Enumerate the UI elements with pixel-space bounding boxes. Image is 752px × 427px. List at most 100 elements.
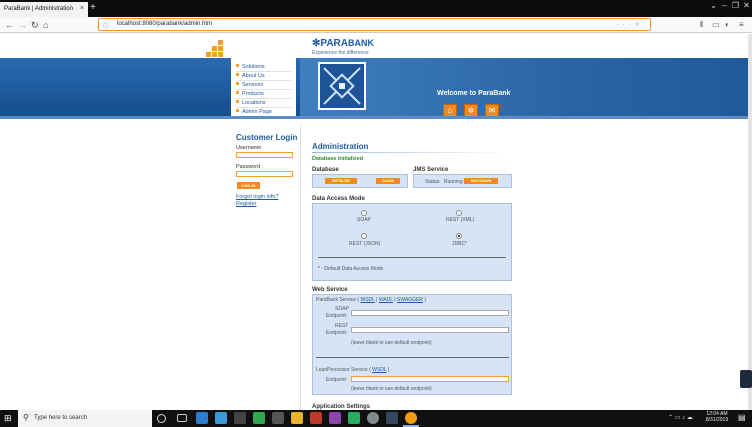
app-icon-5[interactable]: [272, 412, 284, 424]
customer-login-title: Customer Login: [236, 133, 298, 142]
divider: [312, 152, 512, 153]
divider: [236, 98, 292, 99]
browser-tab[interactable]: ParaBank | Administration ×: [0, 2, 88, 17]
clean-button[interactable]: CLEAN: [376, 178, 400, 184]
page-scrollbar[interactable]: [748, 34, 752, 410]
forward-icon[interactable]: →: [18, 20, 27, 30]
close-window-icon[interactable]: ✕: [741, 0, 752, 17]
rest-json-radio[interactable]: [361, 233, 367, 239]
database-heading: Database: [312, 167, 339, 173]
jms-heading: JMS Service: [413, 167, 449, 173]
rest-endpoint-caption: Endpoint:: [326, 330, 348, 336]
app-icon-9[interactable]: [348, 412, 360, 424]
new-tab-icon[interactable]: +: [90, 2, 96, 13]
swagger-link[interactable]: SWAGGER: [397, 297, 423, 303]
register-link[interactable]: Register: [236, 201, 256, 207]
initialize-button[interactable]: INITIALIZE: [325, 178, 357, 184]
maximize-icon[interactable]: ❐: [730, 0, 741, 17]
rest-endpoint-label: REST: [335, 323, 349, 329]
browser-tab-strip: [0, 0, 752, 17]
task-view-icon[interactable]: [177, 414, 187, 422]
reload-icon[interactable]: ↻: [31, 20, 39, 31]
app-icon-10[interactable]: [367, 412, 379, 424]
endpoint-hint: (leave blank to use default endpoint): [351, 340, 432, 346]
soap-endpoint-input[interactable]: [351, 310, 509, 316]
status-message: Database Initialized: [312, 156, 364, 162]
forgot-login-link[interactable]: Forgot login info?: [236, 194, 279, 200]
app-icon-3[interactable]: [234, 412, 246, 424]
divider: [300, 125, 301, 410]
banner-emblem-icon: [318, 62, 366, 110]
jms-status-value: Running: [444, 179, 463, 185]
windows-start-icon[interactable]: ⊞: [4, 413, 12, 424]
wsdl-link[interactable]: WSDL: [360, 297, 374, 303]
home-icon[interactable]: ⌂: [43, 20, 48, 30]
site-info-icon[interactable]: ⓘ: [103, 21, 109, 30]
app-icon-7[interactable]: [310, 412, 322, 424]
address-bar[interactable]: ⓘ localhost:8080/parabank/admin.htm ···☆: [98, 18, 651, 31]
side-widget[interactable]: [740, 370, 752, 388]
shutdown-button[interactable]: SHUTDOWN: [464, 178, 498, 184]
close-tab-icon[interactable]: ×: [80, 5, 84, 12]
app-icon-1[interactable]: [196, 412, 208, 424]
menu-item-admin-page[interactable]: Admin Page: [236, 109, 272, 115]
menu-item-services[interactable]: Services: [236, 82, 263, 88]
divider: [236, 80, 292, 81]
menu-icon[interactable]: ≡: [739, 20, 744, 29]
divider: [316, 357, 509, 358]
parabank-logo[interactable]: ✻PARABANK: [312, 38, 374, 49]
parabank-service-line: ParaBank Service ( WSDL | WADL | SWAGGER…: [316, 297, 426, 303]
username-input[interactable]: [236, 152, 293, 158]
banner-bottom-bar: [0, 116, 748, 119]
password-input[interactable]: [236, 171, 293, 177]
menu-item-locations[interactable]: Locations: [236, 100, 266, 106]
soap-endpoint-caption: Endpoint:: [326, 313, 348, 319]
app-icon-4[interactable]: [253, 412, 265, 424]
cortana-icon[interactable]: [157, 414, 166, 423]
wadl-link[interactable]: WADL: [379, 297, 393, 303]
taskbar-search-box[interactable]: ⚲ Type here to search: [18, 410, 152, 427]
taskbar-clock[interactable]: 12:04 AM 8/31/2019: [701, 411, 733, 423]
rest-xml-label: REST (XML): [446, 217, 475, 223]
soap-radio[interactable]: [361, 210, 367, 216]
library-icon[interactable]: ⫴: [700, 20, 703, 30]
app-icon-11[interactable]: [386, 412, 398, 424]
banner-art: [300, 58, 748, 116]
tab-title: ParaBank | Administration: [4, 6, 73, 12]
loan-endpoint-hint: (leave blank to use default endpoint): [351, 386, 432, 392]
jdbc-label: JDBC*: [452, 241, 468, 247]
rest-endpoint-input[interactable]: [351, 327, 509, 333]
divider: [236, 107, 292, 108]
app-icon-2[interactable]: [215, 412, 227, 424]
tab-list-icon[interactable]: ⌄: [708, 0, 719, 17]
loan-wsdl-link[interactable]: WSDL: [372, 367, 386, 373]
password-label: Password: [236, 164, 261, 170]
jdbc-radio[interactable]: [456, 233, 462, 239]
rest-xml-radio[interactable]: [456, 210, 462, 216]
app-icon-8[interactable]: [329, 412, 341, 424]
app-icon-6[interactable]: [291, 412, 303, 424]
navigation-toolbar: ← → ↻ ⌂ ⓘ localhost:8080/parabank/admin.h…: [0, 17, 752, 33]
minimize-icon[interactable]: –: [719, 0, 730, 17]
firefox-icon[interactable]: [405, 412, 417, 424]
divider: [318, 257, 506, 258]
page-actions-icon[interactable]: ···☆: [617, 21, 644, 28]
window-controls: ⌄ – ❐ ✕: [708, 0, 752, 17]
login-button[interactable]: LOG IN: [237, 182, 260, 189]
web-service-heading: Web Service: [312, 287, 348, 293]
url-text: localhost:8080/parabank/admin.htm: [117, 21, 213, 27]
back-icon[interactable]: ←: [5, 20, 14, 30]
welcome-text: Welcome to ParaBank: [437, 90, 511, 97]
search-icon: ⚲: [23, 413, 29, 422]
menu-item-products[interactable]: Products: [236, 91, 264, 97]
notifications-icon[interactable]: ▤: [738, 413, 746, 422]
loan-endpoint-input[interactable]: [351, 376, 509, 382]
menu-item-about-us[interactable]: About Us: [236, 73, 265, 79]
loan-service-line: LoanProcessor Service ( WSDL ): [316, 367, 390, 373]
sidebar-icon[interactable]: ▭: [712, 20, 720, 29]
rest-json-label: REST (JSON): [349, 241, 381, 247]
menu-item-solutions[interactable]: Solutions: [236, 64, 265, 70]
extension-icon[interactable]: ◐: [725, 20, 730, 29]
system-tray-icons[interactable]: ⌃ ▭ ♪ ☁: [668, 414, 693, 421]
soap-label: SOAP: [357, 217, 371, 223]
